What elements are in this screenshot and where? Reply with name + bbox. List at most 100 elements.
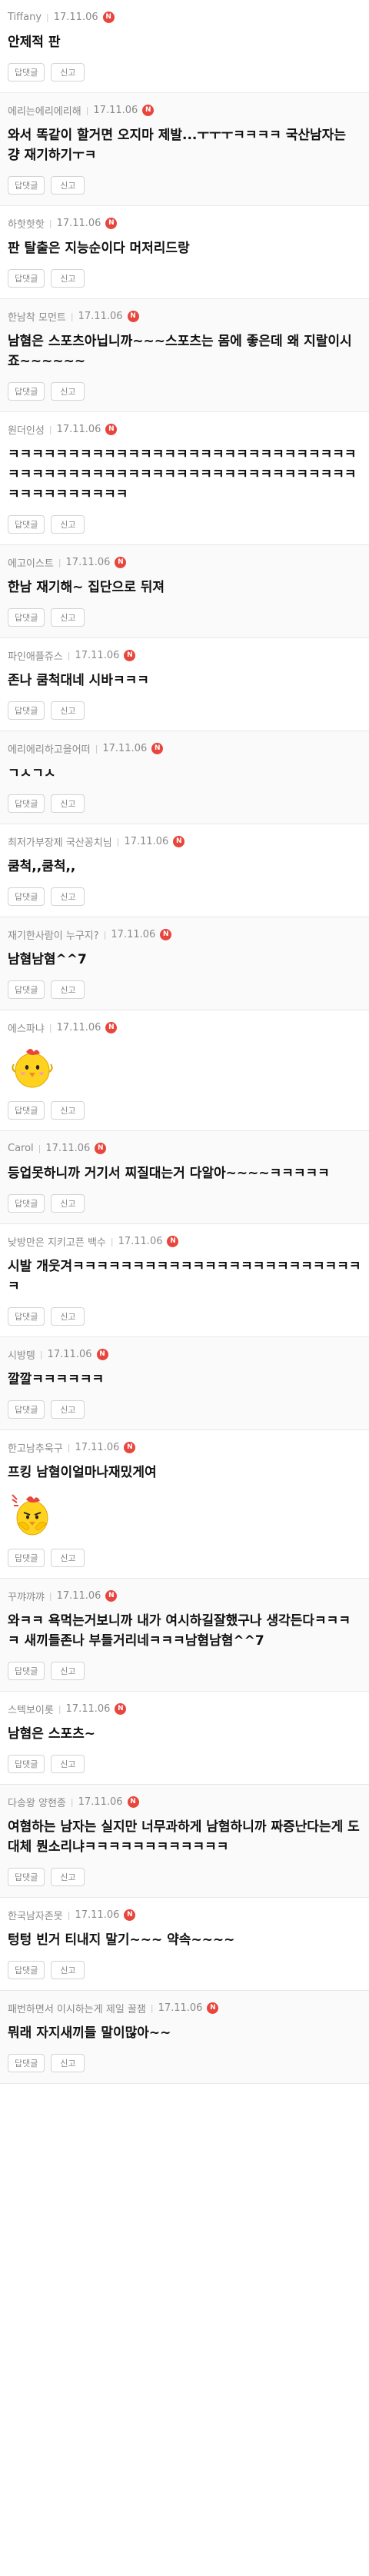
report-button[interactable]: 신고 <box>51 1868 85 1886</box>
meta-divider: | <box>103 929 107 940</box>
meta-divider: | <box>95 743 98 754</box>
reply-button[interactable]: 답댓글 <box>8 1307 45 1326</box>
comment-meta: 한고남추욱구 | 17.11.06 N <box>8 1439 361 1455</box>
comment-author[interactable]: 꾸꺄꺄꺄 <box>8 1589 45 1603</box>
reply-button[interactable]: 답댓글 <box>8 887 45 906</box>
comment-author[interactable]: 한남착 모먼트 <box>8 309 66 324</box>
comment-author[interactable]: 에고이스트 <box>8 555 54 570</box>
reply-button[interactable]: 답댓글 <box>8 1961 45 1979</box>
reply-button[interactable]: 답댓글 <box>8 608 45 627</box>
reply-button[interactable]: 답댓글 <box>8 2054 45 2072</box>
comment-author[interactable]: Carol <box>8 1143 34 1154</box>
report-button[interactable]: 신고 <box>51 1400 85 1419</box>
comment-author[interactable]: 한고남추욱구 <box>8 1440 63 1455</box>
comment-date: 17.11.06 <box>78 1796 123 1808</box>
comment-actions: 답댓글 신고 <box>8 701 361 720</box>
report-button[interactable]: 신고 <box>51 980 85 999</box>
report-button[interactable]: 신고 <box>51 382 85 401</box>
reply-button[interactable]: 답댓글 <box>8 1101 45 1120</box>
comment-date: 17.11.06 <box>75 1441 120 1453</box>
comment-author[interactable]: Tiffany <box>8 12 42 23</box>
comment-date: 17.11.06 <box>56 423 101 435</box>
comment-meta: 다송왕 양현종 | 17.11.06 N <box>8 1794 361 1809</box>
reply-button[interactable]: 답댓글 <box>8 382 45 401</box>
new-badge-icon: N <box>127 310 139 322</box>
comment-item: 원더인성 | 17.11.06 N ㅋㅋㅋㅋㅋㅋㅋㅋㅋㅋㅋㅋㅋㅋㅋㅋㅋㅋㅋㅋㅋㅋ… <box>0 412 369 545</box>
comment-date: 17.11.06 <box>111 928 156 940</box>
comment-actions: 답댓글 신고 <box>8 1868 361 1886</box>
reply-button[interactable]: 답댓글 <box>8 794 45 813</box>
comment-author[interactable]: 파인애플쥬스 <box>8 648 63 663</box>
reply-button[interactable]: 답댓글 <box>8 1549 45 1567</box>
comment-author[interactable]: 최저가부장제 국산꽁치님 <box>8 834 112 849</box>
reply-button[interactable]: 답댓글 <box>8 980 45 999</box>
report-button[interactable]: 신고 <box>51 176 85 195</box>
new-badge-icon: N <box>124 649 136 661</box>
report-button[interactable]: 신고 <box>51 1549 85 1567</box>
new-badge-icon: N <box>102 11 115 23</box>
comment-author[interactable]: 한국남자존못 <box>8 1908 63 1922</box>
comment-meta: 최저가부장제 국산꽁치님 | 17.11.06 N <box>8 834 361 849</box>
report-button[interactable]: 신고 <box>51 269 85 288</box>
new-badge-icon: N <box>124 1909 136 1921</box>
comment-actions: 답댓글 신고 <box>8 980 361 999</box>
new-badge-icon: N <box>105 423 118 435</box>
comment-date: 17.11.06 <box>124 835 169 847</box>
comment-meta: 낮방만은 지키고픈 백수 | 17.11.06 N <box>8 1233 361 1249</box>
reply-button[interactable]: 답댓글 <box>8 176 45 195</box>
comment-meta: 재기한사람이 누구지? | 17.11.06 N <box>8 927 361 942</box>
comment-text: ㄱㅅㄱㅅ <box>8 766 56 781</box>
reply-button[interactable]: 답댓글 <box>8 1868 45 1886</box>
new-badge-icon: N <box>96 1348 108 1360</box>
report-button[interactable]: 신고 <box>51 1101 85 1120</box>
new-badge-icon: N <box>173 835 185 847</box>
comment-text: 안제적 판 <box>8 35 61 50</box>
comment-text: 한남 재기해~ 집단으로 뒤져 <box>8 580 165 595</box>
reply-button[interactable]: 답댓글 <box>8 63 45 82</box>
reply-button[interactable]: 답댓글 <box>8 515 45 534</box>
new-badge-icon: N <box>127 1796 139 1808</box>
comment-author[interactable]: 에스파냐 <box>8 1020 45 1035</box>
comment-item: 재기한사람이 누구지? | 17.11.06 N 남혐남혐^^7 답댓글 신고 <box>0 917 369 1010</box>
report-button[interactable]: 신고 <box>51 1755 85 1773</box>
comment-author[interactable]: 스텍보이롯 <box>8 1702 54 1716</box>
comment-meta: 시방텡 | 17.11.06 N <box>8 1346 361 1362</box>
comment-actions: 답댓글 신고 <box>8 1194 361 1213</box>
report-button[interactable]: 신고 <box>51 515 85 534</box>
comment-meta: 패번하면서 이시하는게 제일 꿀잼 | 17.11.06 N <box>8 2000 361 2015</box>
report-button[interactable]: 신고 <box>51 887 85 906</box>
reply-button[interactable]: 답댓글 <box>8 1662 45 1680</box>
reply-button[interactable]: 답댓글 <box>8 1400 45 1419</box>
new-badge-icon: N <box>167 1235 179 1247</box>
comment-item: Tiffany | 17.11.06 N 안제적 판 답댓글 신고 <box>0 0 369 93</box>
comment-author[interactable]: 다송왕 양현종 <box>8 1795 66 1809</box>
report-button[interactable]: 신고 <box>51 794 85 813</box>
report-button[interactable]: 신고 <box>51 63 85 82</box>
comment-author[interactable]: 시방텡 <box>8 1347 35 1362</box>
reply-button[interactable]: 답댓글 <box>8 701 45 720</box>
comment-meta: 꾸꺄꺄꺄 | 17.11.06 N <box>8 1588 361 1603</box>
comment-item: 하핫핫핫 | 17.11.06 N 판 탈출은 지능순이다 머저리드랑 답댓글 … <box>0 206 369 299</box>
report-button[interactable]: 신고 <box>51 2054 85 2072</box>
angry-chick-sticker-icon <box>8 1489 57 1538</box>
report-button[interactable]: 신고 <box>51 1307 85 1326</box>
report-button[interactable]: 신고 <box>51 1194 85 1213</box>
comment-author[interactable]: 에리는에리에리해 <box>8 103 81 118</box>
new-badge-icon: N <box>115 1702 127 1715</box>
comment-author[interactable]: 낮방만은 지키고픈 백수 <box>8 1234 106 1249</box>
comment-author[interactable]: 에리에리하고을어떠 <box>8 741 91 756</box>
report-button[interactable]: 신고 <box>51 608 85 627</box>
comment-author[interactable]: 패번하면서 이시하는게 제일 꿀잼 <box>8 2001 146 2015</box>
reply-button[interactable]: 답댓글 <box>8 1755 45 1773</box>
report-button[interactable]: 신고 <box>51 701 85 720</box>
comment-item: 한남착 모먼트 | 17.11.06 N 남혐은 스포츠아닙니까~~~스포츠는 … <box>0 299 369 412</box>
reply-button[interactable]: 답댓글 <box>8 1194 45 1213</box>
reply-button[interactable]: 답댓글 <box>8 269 45 288</box>
comment-meta: 하핫핫핫 | 17.11.06 N <box>8 215 361 231</box>
report-button[interactable]: 신고 <box>51 1961 85 1979</box>
comment-text: 와서 똑같이 할거면 오지마 제발...ㅜㅜㅜㅋㅋㅋㅋ 국산남자는 걍 재기하기… <box>8 128 346 163</box>
comment-author[interactable]: 원더인성 <box>8 422 45 437</box>
comment-author[interactable]: 하핫핫핫 <box>8 216 45 231</box>
comment-author[interactable]: 재기한사람이 누구지? <box>8 927 99 942</box>
report-button[interactable]: 신고 <box>51 1662 85 1680</box>
